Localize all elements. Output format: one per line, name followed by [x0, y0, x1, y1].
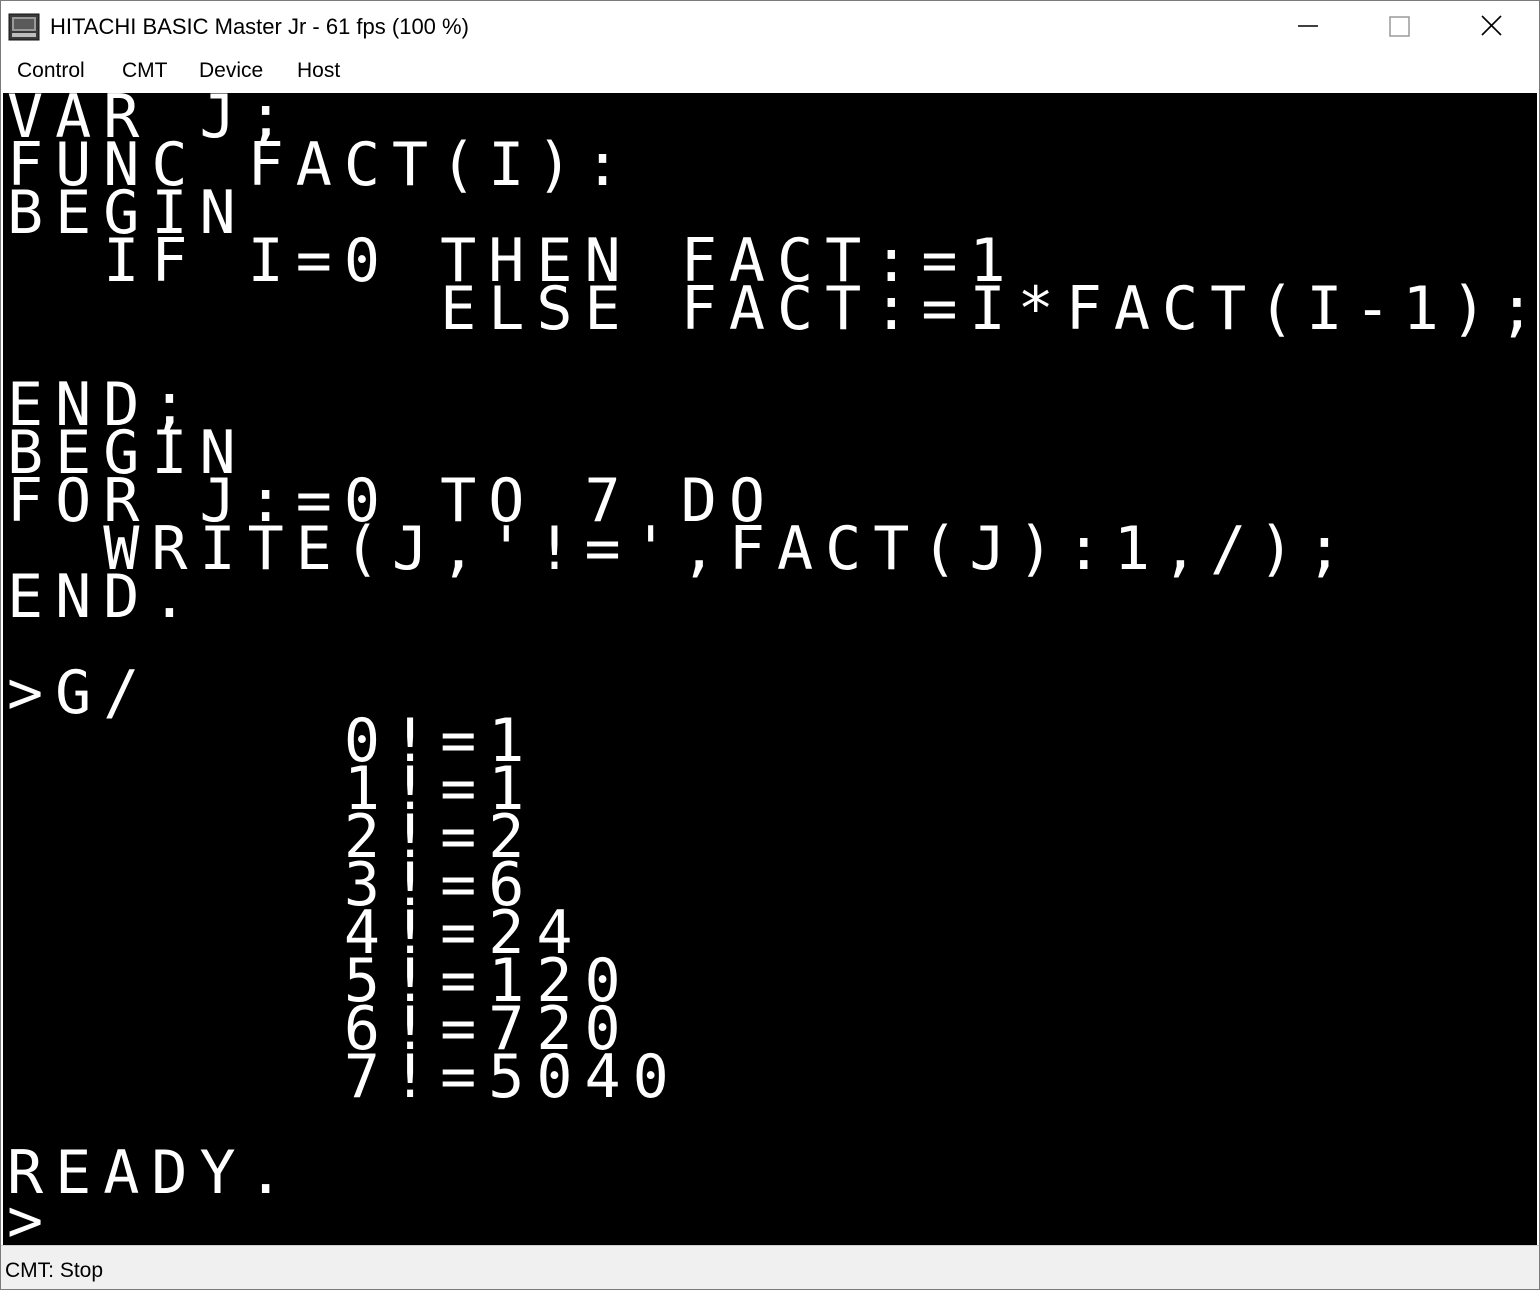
menu-cmt[interactable]: CMT	[122, 59, 168, 83]
minimize-button[interactable]	[1261, 1, 1353, 53]
close-icon	[1481, 15, 1502, 36]
menu-bar: Control CMT Device Host	[1, 53, 1539, 93]
window-title: HITACHI BASIC Master Jr - 61 fps (100 %)	[50, 14, 469, 39]
status-bar: CMT: Stop	[1, 1245, 1539, 1289]
menu-host[interactable]: Host	[297, 59, 340, 83]
minimize-icon	[1298, 25, 1318, 27]
screen-line: 7!=5040	[7, 1042, 681, 1112]
menu-control[interactable]: Control	[17, 59, 85, 83]
screen-line: ELSE FACT:=I*FACT(I-1);	[7, 274, 1537, 344]
close-button[interactable]	[1445, 1, 1537, 53]
maximize-icon	[1389, 16, 1410, 37]
screen-line: >_	[7, 1186, 104, 1245]
cmt-status: CMT: Stop	[5, 1259, 104, 1282]
emulator-screen[interactable]: VAR J; FUNC FACT(I): BEGIN IF I=0 THEN F…	[3, 93, 1537, 1245]
screen-line: END.	[7, 562, 200, 632]
maximize-button[interactable]	[1353, 1, 1445, 53]
menu-device[interactable]: Device	[199, 59, 263, 83]
app-monitor-icon[interactable]	[8, 13, 40, 41]
screen-line: WRITE(J,'!=',FACT(J):1,/);	[7, 514, 1355, 584]
title-bar[interactable]: HITACHI BASIC Master Jr - 61 fps (100 %)	[1, 1, 1539, 53]
emulator-window: HITACHI BASIC Master Jr - 61 fps (100 %)…	[0, 0, 1540, 1290]
